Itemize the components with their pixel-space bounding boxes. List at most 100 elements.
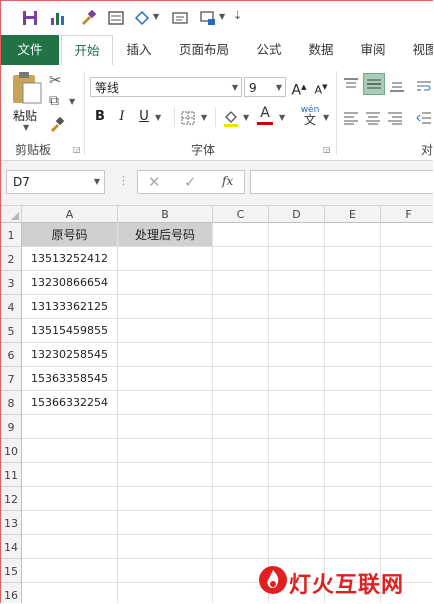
- row-header[interactable]: 12: [1, 487, 22, 511]
- cell[interactable]: [269, 535, 325, 559]
- phone-number-cell[interactable]: 13230258545: [22, 343, 118, 367]
- cell[interactable]: [325, 439, 381, 463]
- row-header[interactable]: 3: [1, 271, 22, 295]
- row-header[interactable]: 11: [1, 463, 22, 487]
- phone-number-cell[interactable]: 13133362125: [22, 295, 118, 319]
- cell[interactable]: [118, 463, 213, 487]
- tab-review[interactable]: 审阅: [353, 35, 393, 65]
- save-icon[interactable]: [21, 9, 39, 27]
- chart-icon[interactable]: [49, 9, 67, 27]
- phonetic-icon[interactable]: wén 文: [299, 105, 321, 129]
- wrap-text-icon[interactable]: [416, 79, 432, 93]
- cell[interactable]: [213, 463, 269, 487]
- row-header[interactable]: 16: [1, 583, 22, 603]
- column-header-d[interactable]: D: [269, 206, 325, 223]
- cell[interactable]: [213, 367, 269, 391]
- cell[interactable]: [22, 487, 118, 511]
- tab-home[interactable]: 开始: [61, 35, 113, 66]
- cell[interactable]: [269, 367, 325, 391]
- cell[interactable]: [118, 559, 213, 583]
- format-painter-icon[interactable]: [49, 117, 65, 133]
- cell[interactable]: [269, 415, 325, 439]
- column-header-a[interactable]: A: [22, 206, 118, 223]
- column-header-f[interactable]: F: [381, 206, 433, 223]
- format-painter-icon[interactable]: [79, 9, 97, 27]
- phone-number-cell[interactable]: 15363358545: [22, 367, 118, 391]
- cell[interactable]: [118, 415, 213, 439]
- phone-number-cell[interactable]: 13230866654: [22, 271, 118, 295]
- cell[interactable]: [325, 295, 381, 319]
- cell[interactable]: [269, 223, 325, 247]
- textbox-icon[interactable]: [171, 9, 189, 27]
- chevron-down-icon[interactable]: ▼: [155, 113, 161, 122]
- form-icon[interactable]: [107, 9, 125, 27]
- cell[interactable]: [381, 463, 433, 487]
- row-header[interactable]: 4: [1, 295, 22, 319]
- cell[interactable]: [213, 271, 269, 295]
- fill-color-icon[interactable]: [222, 108, 240, 128]
- cell[interactable]: [325, 463, 381, 487]
- screen-icon[interactable]: [199, 9, 217, 27]
- cell[interactable]: [118, 343, 213, 367]
- row-header[interactable]: 13: [1, 511, 22, 535]
- cell[interactable]: [213, 391, 269, 415]
- row-header[interactable]: 6: [1, 343, 22, 367]
- dialog-launcher-icon[interactable]: ◲: [73, 145, 81, 154]
- cell[interactable]: [22, 415, 118, 439]
- cell[interactable]: [269, 391, 325, 415]
- column-header-c[interactable]: C: [213, 206, 269, 223]
- enter-icon[interactable]: ✓: [184, 173, 197, 191]
- cell[interactable]: [381, 535, 433, 559]
- cell[interactable]: [381, 271, 433, 295]
- cell[interactable]: [269, 319, 325, 343]
- cell[interactable]: [269, 439, 325, 463]
- cell[interactable]: [118, 391, 213, 415]
- cell[interactable]: [381, 415, 433, 439]
- row-header[interactable]: 2: [1, 247, 22, 271]
- cell[interactable]: [325, 343, 381, 367]
- cell[interactable]: [381, 247, 433, 271]
- decrease-indent-icon[interactable]: [416, 111, 432, 125]
- tab-file[interactable]: 文件: [1, 35, 59, 65]
- cell[interactable]: [213, 511, 269, 535]
- cell[interactable]: [22, 463, 118, 487]
- increase-font-icon[interactable]: A▲: [291, 77, 307, 99]
- font-color-icon[interactable]: A: [257, 105, 273, 127]
- phone-number-cell[interactable]: 15366332254: [22, 391, 118, 415]
- cell[interactable]: [118, 583, 213, 603]
- shape-icon[interactable]: [133, 9, 151, 27]
- cell[interactable]: [381, 367, 433, 391]
- table-header-cell[interactable]: 原号码: [22, 223, 118, 247]
- cell[interactable]: [118, 319, 213, 343]
- chevron-down-icon[interactable]: ▼: [69, 97, 75, 106]
- phone-number-cell[interactable]: 13515459855: [22, 319, 118, 343]
- bold-button[interactable]: B: [93, 107, 107, 127]
- cell[interactable]: [118, 247, 213, 271]
- chevron-down-icon[interactable]: ▼: [243, 113, 249, 122]
- cell[interactable]: [269, 463, 325, 487]
- row-header[interactable]: 9: [1, 415, 22, 439]
- tab-data[interactable]: 数据: [301, 35, 341, 65]
- cell[interactable]: [269, 247, 325, 271]
- cell[interactable]: [269, 271, 325, 295]
- name-box[interactable]: D7 ▼: [6, 170, 105, 194]
- cell[interactable]: [269, 511, 325, 535]
- phone-number-cell[interactable]: 13513252412: [22, 247, 118, 271]
- align-bottom-icon[interactable]: [389, 79, 405, 93]
- cell[interactable]: [381, 511, 433, 535]
- row-header[interactable]: 7: [1, 367, 22, 391]
- cell[interactable]: [325, 511, 381, 535]
- decrease-font-icon[interactable]: A▼: [313, 77, 329, 97]
- align-middle-button[interactable]: [363, 73, 385, 95]
- customize-qat-icon[interactable]: ⇣: [233, 9, 242, 22]
- chevron-down-icon[interactable]: ▼: [201, 113, 207, 122]
- align-center-icon[interactable]: [365, 111, 381, 125]
- cell[interactable]: [22, 439, 118, 463]
- row-header[interactable]: 5: [1, 319, 22, 343]
- select-all-corner[interactable]: [1, 206, 22, 223]
- cell[interactable]: [213, 343, 269, 367]
- borders-icon[interactable]: [181, 111, 195, 125]
- cancel-icon[interactable]: ✕: [148, 173, 161, 191]
- cut-icon[interactable]: ✂: [49, 71, 62, 89]
- cell[interactable]: [118, 367, 213, 391]
